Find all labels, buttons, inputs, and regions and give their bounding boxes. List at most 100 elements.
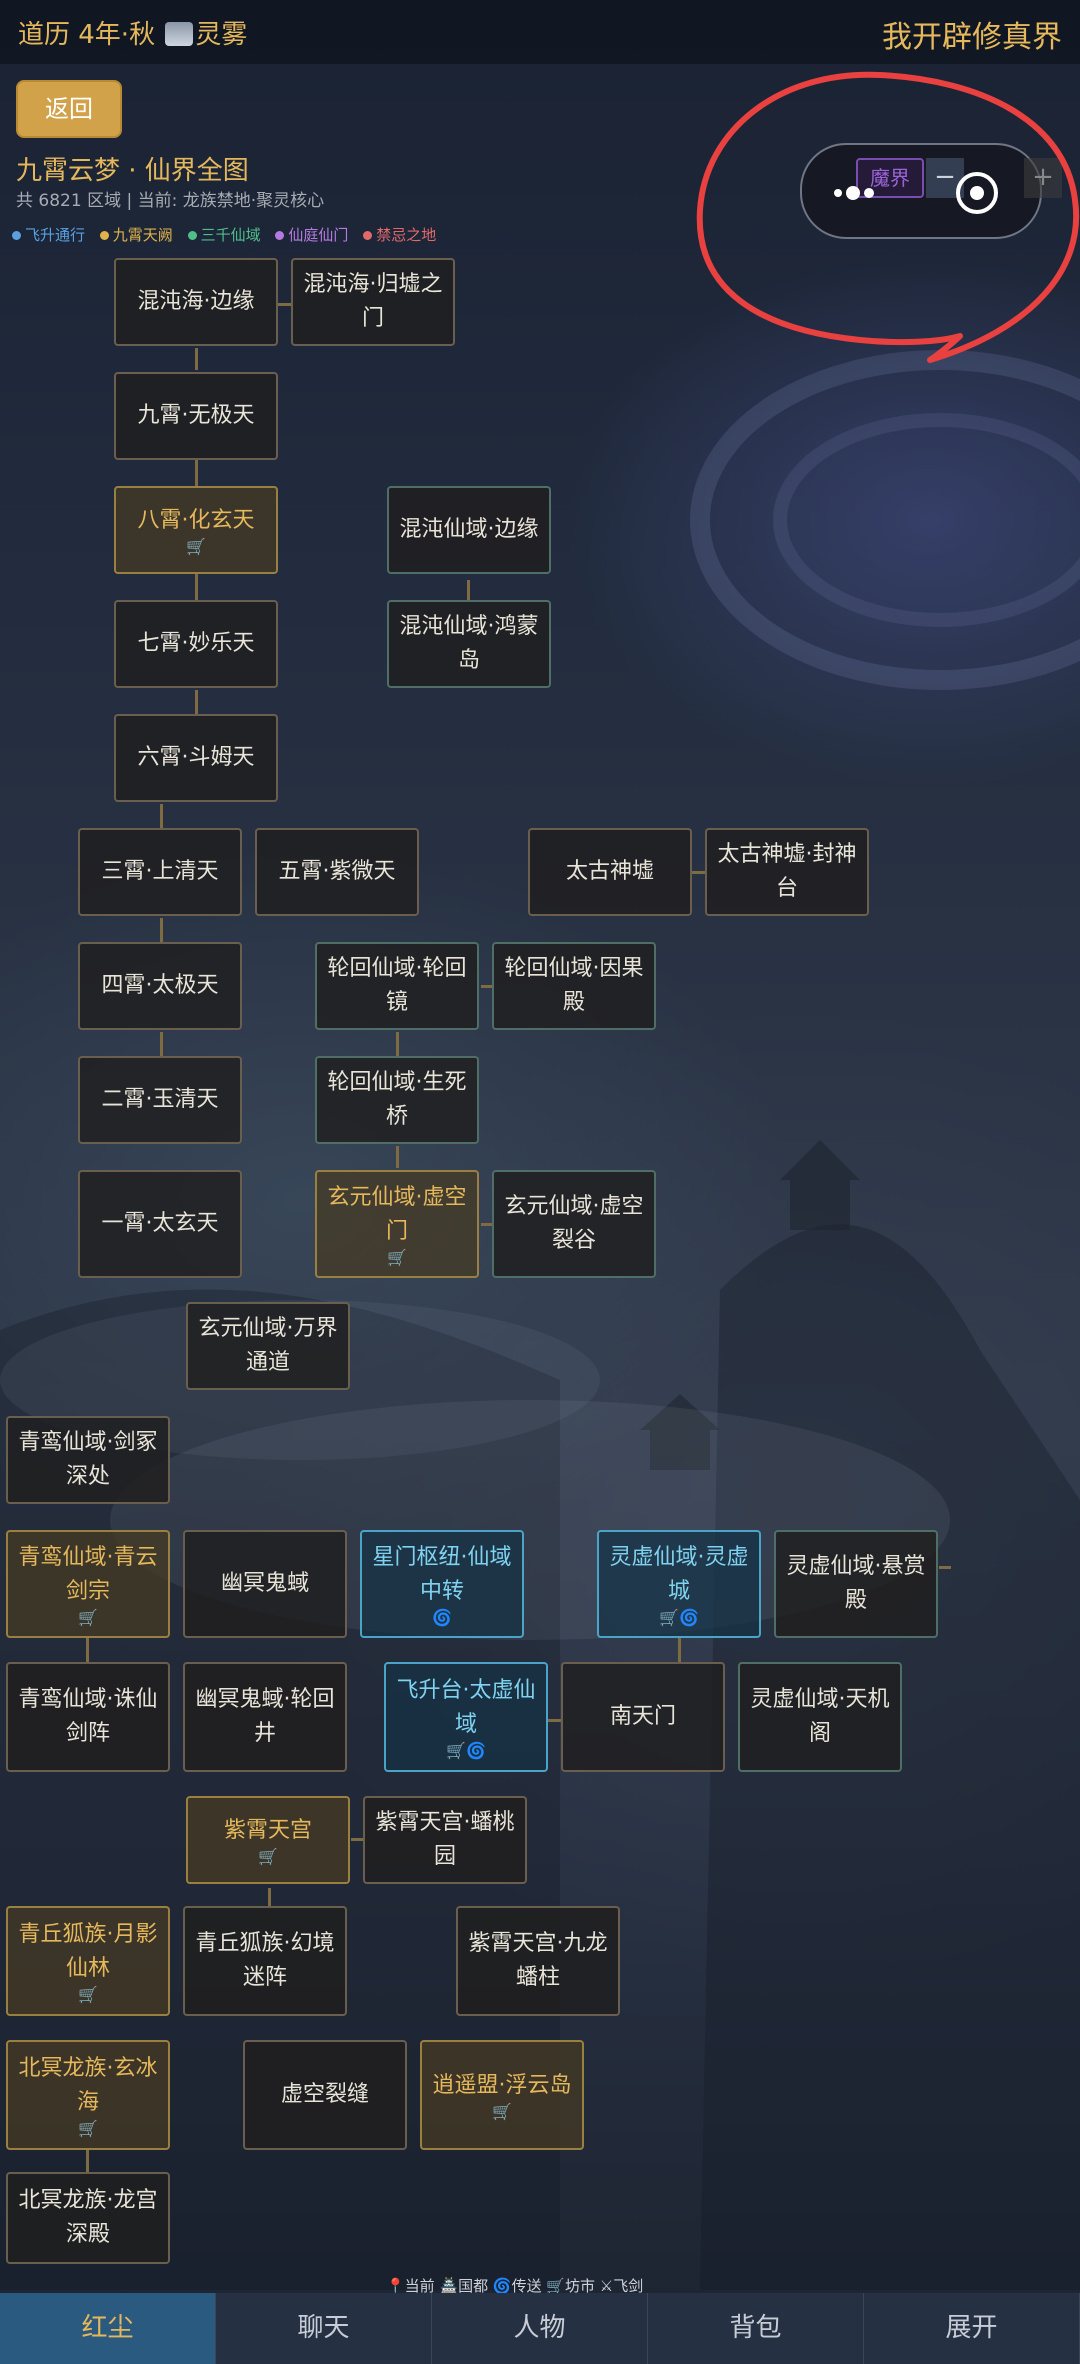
connector [351, 1838, 363, 1841]
shop-icon: 🛒 [78, 1985, 98, 2004]
tab-chat[interactable]: 聊天 [216, 2293, 432, 2364]
map-node[interactable]: 混沌海·边缘 [114, 258, 278, 346]
node-label: 轮回仙域·生死桥 [327, 1070, 467, 1129]
map-node[interactable]: 太古神墟·封神台 [705, 828, 869, 916]
connector [678, 1638, 681, 1662]
connector [396, 1032, 399, 1056]
map-node[interactable]: 青鸾仙域·剑冢深处 [6, 1416, 170, 1504]
node-label: 飞升台·太虚仙域 [396, 1678, 536, 1737]
map-node[interactable]: 一霄·太玄天 [78, 1170, 242, 1278]
map-node[interactable]: 混沌仙域·边缘 [387, 486, 551, 574]
node-label: 五霄·紫微天 [278, 859, 396, 884]
shop-icon: 🛒 [78, 2119, 98, 2138]
map-node[interactable]: 六霄·斗姆天 [114, 714, 278, 802]
map-node[interactable]: 四霄·太极天 [78, 942, 242, 1030]
map-node[interactable]: 青丘狐族·幻境迷阵 [183, 1906, 347, 2016]
map-node[interactable]: 北冥龙族·玄冰海 🛒 [6, 2040, 170, 2150]
teleport-icon: 🌀 [432, 1608, 452, 1627]
connector [396, 1146, 399, 1168]
weather-label: 灵雾 [195, 20, 248, 50]
map-node[interactable]: 紫霄天宫·九龙蟠柱 [456, 1906, 620, 2016]
node-label: 紫霄天宫·蟠桃园 [375, 1810, 515, 1869]
map-node[interactable]: 虚空裂缝 [243, 2040, 407, 2150]
map-node[interactable]: 青丘狐族·月影仙林 🛒 [6, 1906, 170, 2016]
connector [195, 460, 198, 486]
tab-mortal-world[interactable]: 红尘 [0, 2293, 216, 2364]
map-node[interactable]: 幽冥鬼蜮·轮回井 [183, 1662, 347, 1772]
map-node[interactable]: 轮回仙域·生死桥 [315, 1056, 479, 1144]
map-node[interactable]: 轮回仙域·轮回镜 [315, 942, 479, 1030]
map-node[interactable]: 逍遥盟·浮云岛 🛒 [420, 2040, 584, 2150]
node-label: 混沌仙域·边缘 [399, 517, 539, 542]
map-node[interactable]: 七霄·妙乐天 [114, 600, 278, 688]
tab-expand[interactable]: 展开 [864, 2293, 1080, 2364]
legend-item-ascension: 飞升通行 [12, 226, 85, 244]
node-label: 一霄·太玄天 [101, 1211, 219, 1236]
map-node[interactable]: 三霄·上清天 [78, 828, 242, 916]
shop-icon: 🛒 [78, 1608, 98, 1627]
node-label: 七霄·妙乐天 [137, 631, 255, 656]
map-node[interactable]: 紫霄天宫·蟠桃园 [363, 1796, 527, 1884]
node-label: 玄元仙域·万界通道 [198, 1316, 338, 1375]
connector [160, 804, 163, 828]
node-label: 紫霄天宫 [223, 1818, 312, 1843]
map-node[interactable]: 紫霄天宫 🛒 [186, 1796, 350, 1884]
map-node[interactable]: 北冥龙族·龙宫深殿 [6, 2172, 170, 2264]
more-dots-icon[interactable] [834, 182, 878, 201]
node-label: 虚空裂缝 [280, 2082, 369, 2107]
node-label: 灵虚仙域·灵虚城 [609, 1545, 749, 1604]
tab-inventory[interactable]: 背包 [648, 2293, 864, 2364]
node-label: 混沌仙域·鸿蒙岛 [399, 614, 539, 673]
map-node[interactable]: 太古神墟 [528, 828, 692, 916]
map-node[interactable]: 五霄·紫微天 [255, 828, 419, 916]
map-title: 九霄云梦 · 仙界全图 [16, 156, 249, 186]
map-node[interactable]: 二霄·玉清天 [78, 1056, 242, 1144]
shop-icon: 🛒 [258, 1847, 278, 1866]
node-label: 八霄·化玄天 [137, 508, 255, 533]
map-node[interactable]: 八霄·化玄天 🛒 [114, 486, 278, 574]
node-label: 混沌海·归墟之门 [303, 272, 443, 331]
zoom-in-button[interactable]: + [1024, 158, 1062, 198]
connector [86, 2148, 89, 2172]
node-label: 青鸾仙域·剑冢深处 [18, 1430, 158, 1489]
node-label: 二霄·玉清天 [101, 1087, 219, 1112]
shop-icon: 🛒 [186, 537, 206, 556]
legend-item-domains: 三千仙域 [187, 226, 261, 244]
node-label: 三霄·上清天 [101, 859, 219, 884]
node-label: 幽冥鬼蜮 [220, 1571, 309, 1596]
node-label: 青丘狐族·月影仙林 [18, 1922, 158, 1981]
node-label: 六霄·斗姆天 [137, 745, 255, 770]
map-node[interactable]: 飞升台·太虚仙域 🛒🌀 [384, 1662, 548, 1772]
map-node[interactable]: 混沌海·归墟之门 [291, 258, 455, 346]
map-node[interactable]: 灵虚仙域·天机阁 [738, 1662, 902, 1772]
map-node[interactable]: 玄元仙域·虚空裂谷 [492, 1170, 656, 1278]
node-label: 太古神墟·封神台 [717, 842, 857, 901]
map-node[interactable]: 灵虚仙域·灵虚城 🛒🌀 [597, 1530, 761, 1638]
world-title: 我开辟修真界 [882, 20, 1062, 55]
tab-character[interactable]: 人物 [432, 2293, 648, 2364]
connector [86, 1636, 89, 1662]
map-node[interactable]: 南天门 [561, 1662, 725, 1772]
mist-weather-icon [165, 22, 194, 46]
map-subtitle: 共 6821 区域 | 当前: 龙族禁地·聚灵核心 [16, 191, 325, 211]
map-node[interactable]: 青鸾仙域·青云剑宗 🛒 [6, 1530, 170, 1638]
node-label: 太古神墟 [565, 859, 654, 884]
node-label: 九霄·无极天 [137, 403, 255, 428]
map-node[interactable]: 轮回仙域·因果殿 [492, 942, 656, 1030]
map-node[interactable]: 玄元仙域·虚空门 🛒 [315, 1170, 479, 1278]
legend-item-heaven: 九霄天阙 [99, 226, 173, 244]
back-button[interactable]: 返回 [16, 80, 122, 138]
map-node[interactable]: 星门枢纽·仙域中转 🌀 [360, 1530, 524, 1638]
map-node[interactable]: 灵虚仙域·悬赏殿 [774, 1530, 938, 1638]
map-node[interactable]: 九霄·无极天 [114, 372, 278, 460]
legend-item-forbidden: 禁忌之地 [363, 226, 436, 244]
node-label: 轮回仙域·因果殿 [504, 956, 644, 1015]
node-label: 幽冥鬼蜮·轮回井 [195, 1687, 335, 1746]
node-label: 青丘狐族·幻境迷阵 [195, 1931, 335, 1990]
map-node[interactable]: 混沌仙域·鸿蒙岛 [387, 600, 551, 688]
map-node[interactable]: 玄元仙域·万界通道 [186, 1302, 350, 1390]
connector [195, 348, 198, 370]
locate-center-icon[interactable] [956, 172, 998, 214]
map-node[interactable]: 青鸾仙域·诛仙剑阵 [6, 1662, 170, 1772]
map-node[interactable]: 幽冥鬼蜮 [183, 1530, 347, 1638]
